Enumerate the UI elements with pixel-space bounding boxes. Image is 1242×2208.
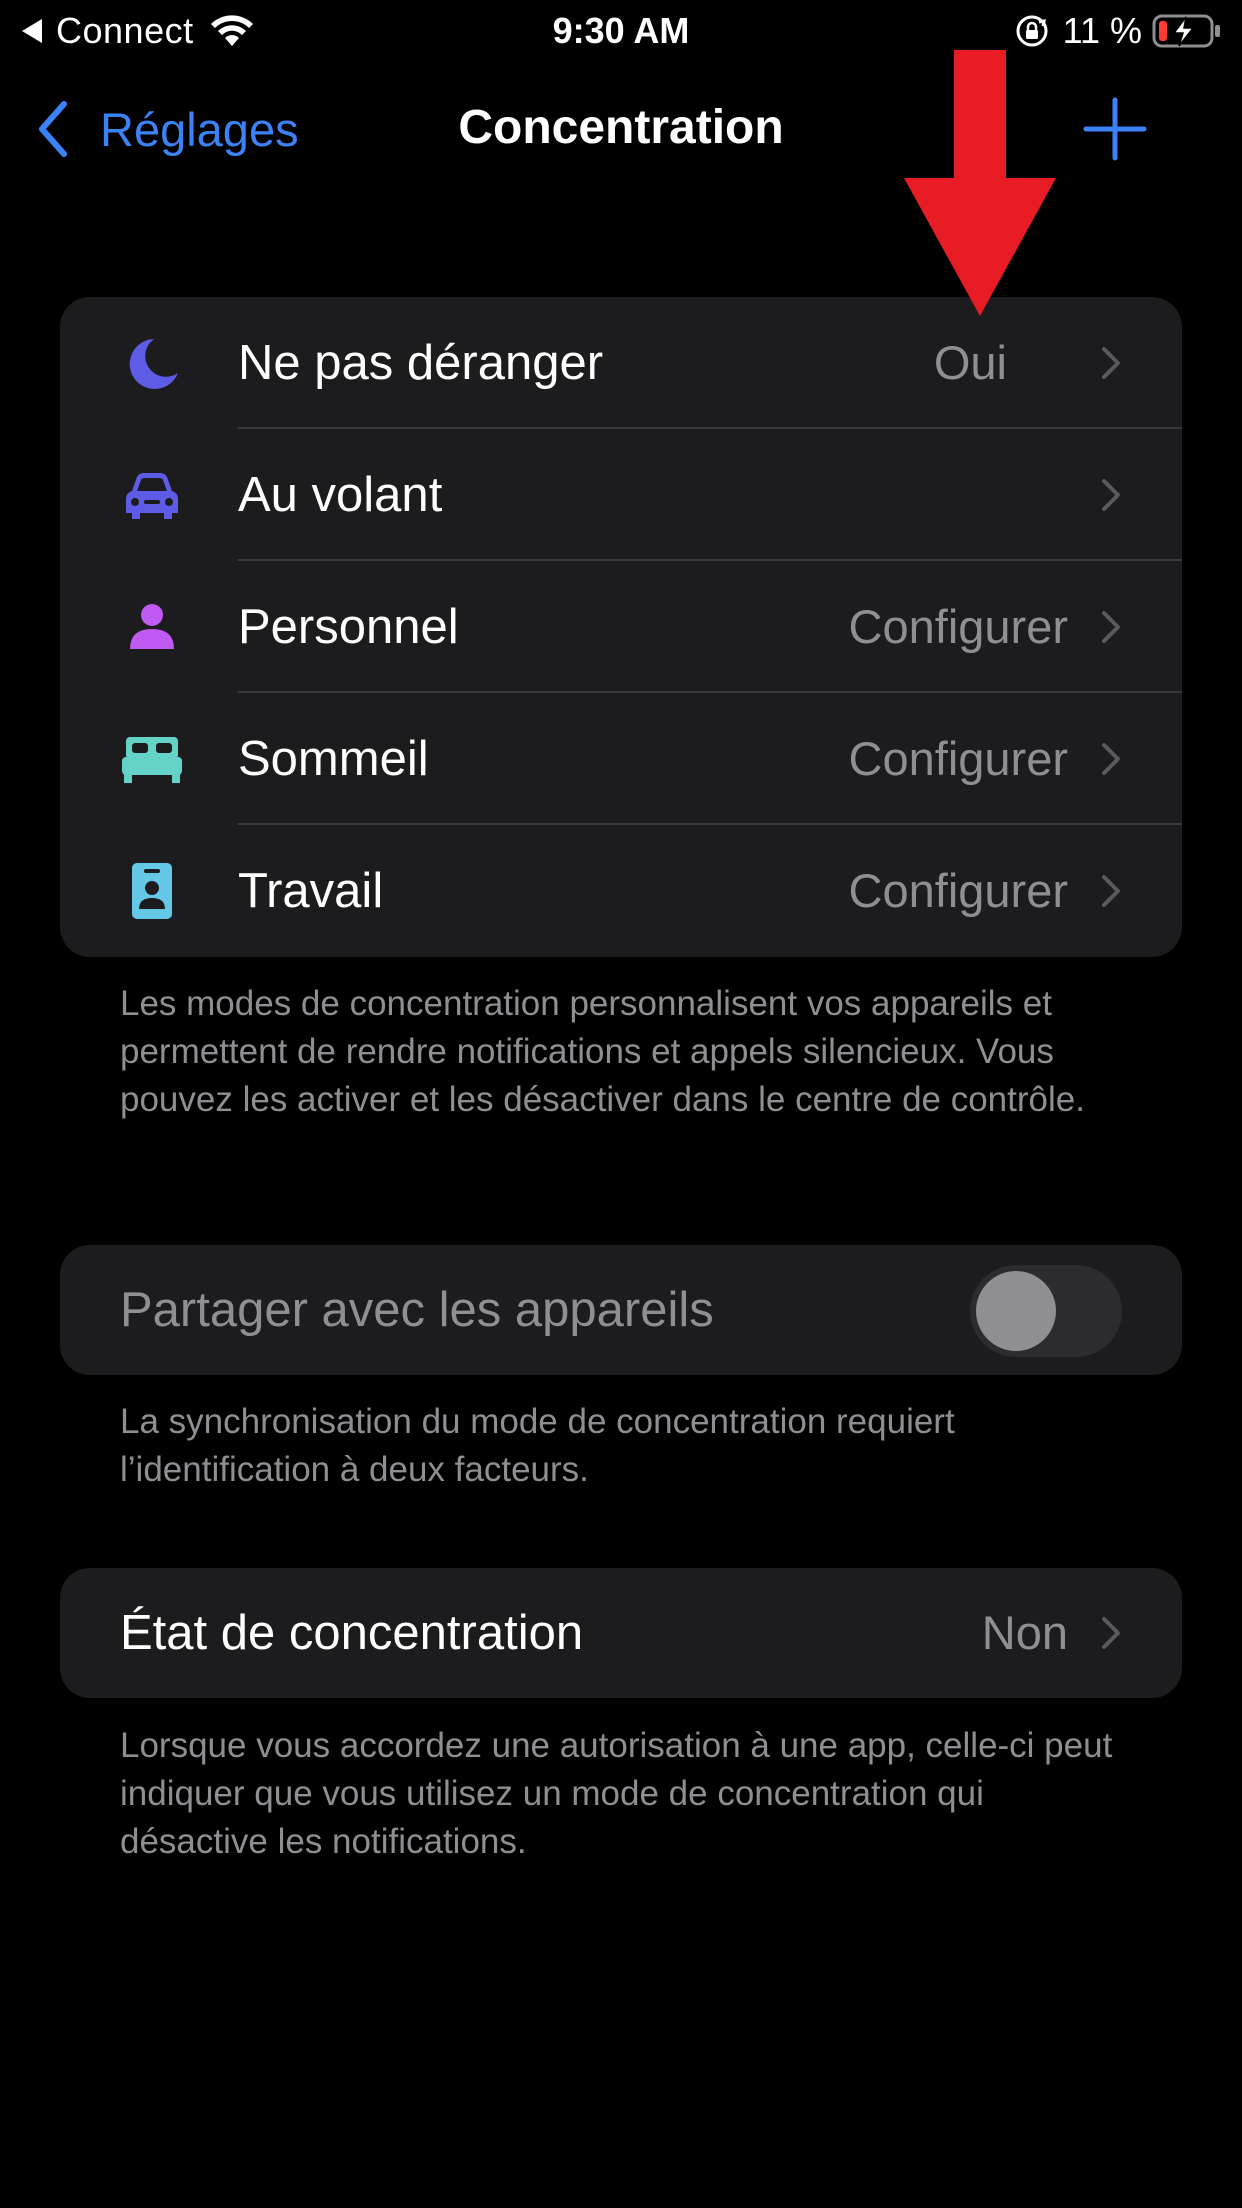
focus-mode-work[interactable]: Travail Configurer [60,825,1182,957]
focus-mode-label: Travail [238,864,384,918]
focus-mode-driving[interactable]: Au volant [60,429,1182,561]
plus-icon[interactable] [1080,94,1150,164]
orientation-lock-icon [1016,15,1048,47]
share-footnote: La synchronisation du mode de concentrat… [120,1402,955,1489]
status-right: 11 % [1015,8,1222,54]
person-icon [130,604,174,649]
focus-modes-footnote: Les modes de concentration personnalisen… [120,984,1085,1119]
moon-icon [129,339,178,389]
focus-mode-label: Au volant [238,468,443,522]
focus-mode-personal[interactable]: Personnel Configurer [60,561,1182,693]
chevron-right-icon [1102,611,1120,643]
chevron-right-icon [1102,347,1120,379]
car-icon [126,473,178,519]
focus-status-footnote: Lorsque vous accordez une autorisation à… [120,1726,1113,1861]
bed-icon [122,737,182,783]
toggle-knob [976,1271,1056,1351]
focus-status-value: Non [981,1606,1068,1659]
chevron-right-icon [1102,1617,1120,1649]
chevron-right-icon [1102,743,1120,775]
focus-status-row[interactable]: État de concentration Non [60,1568,1182,1698]
chevron-right-icon [1102,479,1120,511]
focus-mode-label: Personnel [238,600,459,654]
id-badge-icon [132,863,172,919]
chevron-right-icon [1102,875,1120,907]
focus-mode-sleep[interactable]: Sommeil Configurer [60,693,1182,825]
share-toggle[interactable] [970,1265,1122,1357]
battery-percent: 11 % [1062,10,1142,51]
focus-mode-value: Configurer [848,732,1068,785]
red-arrow-annotation [904,50,1056,316]
focus-mode-label: Sommeil [238,732,429,786]
focus-mode-label: Ne pas déranger [238,336,604,390]
focus-mode-value: Configurer [848,600,1068,653]
battery-charging-icon [1152,14,1220,48]
focus-modes-list: Ne pas déranger Oui Au volant Personnel … [60,297,1182,957]
focus-status-label: État de concentration [120,1606,584,1660]
share-across-devices-row: Partager avec les appareils [60,1245,1182,1375]
focus-mode-value: Configurer [848,864,1068,917]
share-label: Partager avec les appareils [120,1283,714,1337]
